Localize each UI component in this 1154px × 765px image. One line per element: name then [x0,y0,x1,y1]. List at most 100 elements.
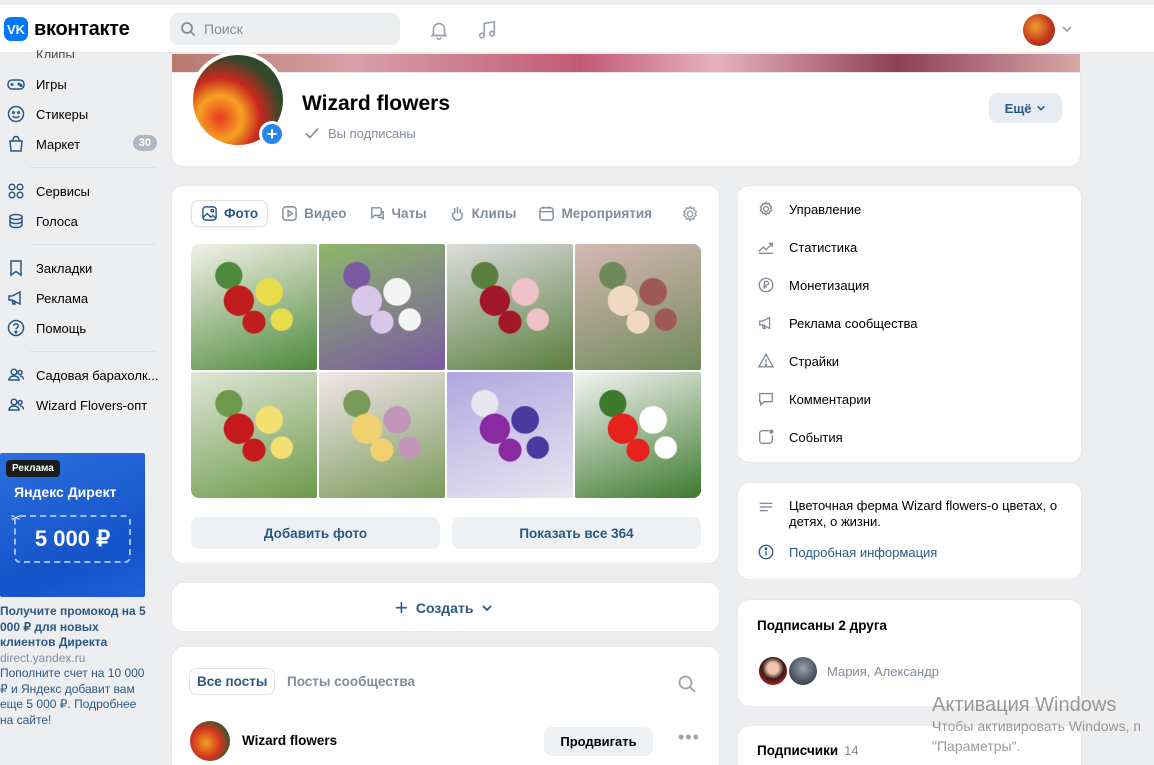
photo-icon [202,206,217,221]
create-button[interactable]: + Создать [395,597,493,619]
bag-icon [9,135,23,152]
tab-label: Фото [224,206,259,221]
add-avatar-button[interactable]: + [259,121,285,147]
gear-icon [759,201,773,217]
menu-item-comments[interactable]: Комментарии [757,387,871,411]
music-icon[interactable] [476,19,498,41]
post-author-avatar[interactable] [190,721,230,761]
menu-item-community-ads[interactable]: Реклама сообщества [757,311,918,335]
photo-thumbnail[interactable] [319,372,445,498]
sidebar-item-market[interactable]: Маркет 30 [0,129,160,159]
create-button-label: Создать [415,600,474,616]
post-author-name[interactable]: Wizard flowers [242,733,337,748]
friends-title[interactable]: Подписаны 2 друга [757,618,887,633]
search-input[interactable]: Поиск [170,13,400,45]
vk-logo-text: вконтакте [34,17,130,40]
calendar-icon [539,206,555,221]
tab-video[interactable]: Видео [272,200,355,227]
info-card [737,482,1082,580]
search-icon[interactable] [677,674,697,694]
users-icon [8,398,25,411]
profile-avatar[interactable] [1023,14,1055,46]
friend-avatar[interactable] [757,655,789,687]
tab-community-posts[interactable]: Посты сообщества [280,668,422,695]
ad-coupon: 5 000 ₽ [14,515,131,563]
ad-text[interactable]: Получите промокод на 5 000 ₽ для новых к… [0,604,150,728]
check-icon [305,127,319,139]
subscription-status[interactable]: Вы подписаны [304,125,416,141]
sidebar-item-help[interactable]: Помощь [0,313,160,343]
photo-thumbnail[interactable] [191,372,317,498]
sidebar-item-label: Wizard Flovers-опт [36,397,148,413]
photo-thumbnail[interactable] [447,244,573,370]
left-sidebar: Клипы Игры Стикеры Маркет 30 Сервисы Гол… [0,50,160,420]
show-all-photos-button[interactable]: Показать все 364 [452,517,701,549]
sidebar-item-label: Закладки [36,260,93,276]
tab-photo[interactable]: Фото [191,200,269,227]
megaphone-icon [8,290,21,306]
ad-amount: 5 000 ₽ [34,526,111,551]
promote-button[interactable]: Продвигать [544,727,653,756]
menu-item-statistics[interactable]: Статистика [757,235,857,259]
sidebar-item-clips-partial[interactable]: Клипы [0,50,160,58]
megaphone-icon [759,316,771,330]
sidebar-item-services[interactable]: Сервисы [0,176,160,206]
gear-icon[interactable] [680,204,700,224]
more-dots-icon[interactable]: ••• [678,728,700,746]
info-icon [758,544,774,560]
details-link[interactable]: Подробная информация [757,543,937,561]
friends-names: Мария, Александр [827,664,940,679]
sidebar-item-garden-group[interactable]: Садовая барахолк... [0,360,160,390]
windows-activation-watermark: Активация Windows Чтобы активировать Win… [932,694,1154,756]
ad-title[interactable]: Получите промокод на 5 000 ₽ для новых к… [0,604,150,651]
ad-banner[interactable]: Реклама Яндекс Директ ✂ 5 000 ₽ [0,453,145,597]
photo-thumbnail[interactable] [575,372,701,498]
tab-label: Чаты [391,206,427,221]
subscription-status-label: Вы подписаны [328,125,416,141]
sidebar-item-games[interactable]: Игры [0,69,160,99]
photo-thumbnail[interactable] [447,372,573,498]
menu-item-label: Монетизация [789,277,870,293]
sidebar-divider [30,351,156,352]
tab-clips[interactable]: Клипы [440,200,526,227]
friend-avatar[interactable] [787,655,819,687]
video-icon [282,206,297,221]
sidebar-item-votes[interactable]: Голоса [0,206,160,236]
group-name: Wizard flowers [302,92,451,115]
menu-item-events[interactable]: События [757,425,843,449]
top-bar: VK вконтакте Поиск [0,5,1154,53]
photo-thumbnail[interactable] [575,244,701,370]
bell-icon[interactable] [428,19,450,41]
more-button[interactable]: Ещё [989,93,1062,123]
users-icon [8,368,25,381]
sidebar-item-label: Игры [36,76,67,92]
friends-card [737,599,1082,707]
tab-chats[interactable]: Чаты [360,200,436,227]
menu-item-monetization[interactable]: Монетизация [757,273,869,297]
bookmark-icon [10,260,22,277]
sidebar-item-label: Стикеры [36,106,89,122]
tab-all-posts[interactable]: Все посты [189,668,276,695]
chevron-down-icon [482,605,493,612]
photo-thumbnail[interactable] [319,244,445,370]
ad-domain: direct.yandex.ru [0,650,86,665]
sidebar-item-wizard-opt[interactable]: Wizard Flovers-опт [0,390,160,420]
group-header-card [171,72,1081,167]
sidebar-item-stickers[interactable]: Стикеры [0,99,160,129]
search-icon [181,22,196,37]
subscribers-title[interactable]: Подписчики 14 [757,743,859,758]
sidebar-item-ads[interactable]: Реклама [0,283,160,313]
sidebar-item-bookmarks[interactable]: Закладки [0,253,160,283]
warning-icon [757,352,775,368]
chevron-down-icon[interactable] [1061,23,1073,35]
subscribers-count: 14 [844,743,859,758]
photo-thumbnail[interactable] [191,244,317,370]
watermark-line: "Параметры". [932,738,1021,754]
tab-events[interactable]: Мероприятия [529,200,661,227]
vk-logo[interactable]: VK вконтакте [4,17,130,41]
sidebar-divider [30,244,156,245]
menu-item-strikes[interactable]: Страйки [757,349,839,373]
add-photo-button[interactable]: Добавить фото [191,517,440,549]
search-placeholder: Поиск [204,21,243,37]
menu-item-manage[interactable]: Управление [757,197,861,221]
